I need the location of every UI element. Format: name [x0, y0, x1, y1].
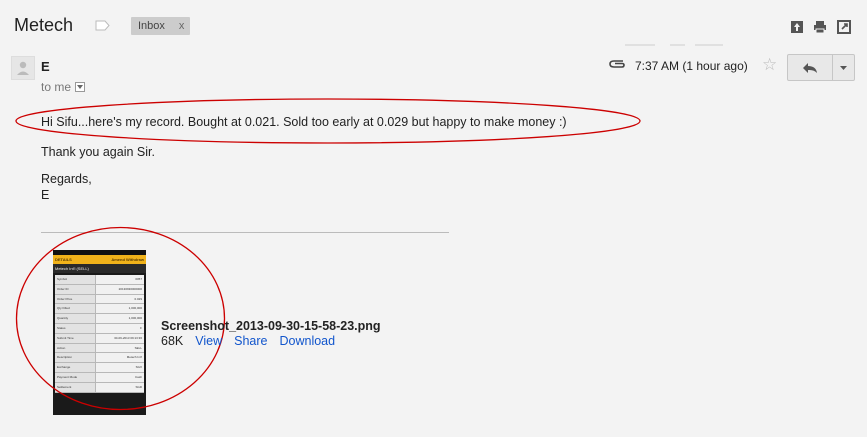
download-link[interactable]: Download	[279, 334, 335, 348]
new-window-icon[interactable]	[837, 20, 851, 34]
thread-subject: Metech	[14, 15, 74, 35]
attachment-filename: Screenshot_2013-09-30-15-58-23.png	[161, 319, 381, 333]
inbox-label-chip[interactable]: Inbox x	[131, 17, 191, 35]
attachment-separator	[41, 232, 449, 233]
reply-arrow-icon	[803, 62, 817, 73]
thumb-row-key: Quantity	[55, 314, 96, 323]
thumb-row-key: Settlement	[55, 382, 96, 392]
thumb-row: Status F	[55, 323, 144, 334]
thumb-row-value: SGX	[96, 363, 144, 372]
remove-label-icon[interactable]: x	[179, 17, 185, 35]
thumb-row: Symbol 0057	[55, 275, 144, 285]
thumb-row: Action SELL	[55, 343, 144, 354]
inbox-label-text: Inbox	[138, 20, 165, 32]
thumb-row-value: 1,000,000	[96, 314, 144, 323]
thumb-row-value: SGD	[96, 382, 144, 392]
thumb-row-value: 0.029	[96, 294, 144, 304]
thumb-row-value: Cash	[96, 372, 144, 382]
thumb-row: Payment Mode Cash	[55, 372, 144, 383]
thumb-row-value: 0057	[96, 275, 144, 284]
thumb-header: DETAILS Amend Withdraw	[53, 255, 146, 264]
label-tag-icon[interactable]	[95, 20, 110, 31]
person-icon	[17, 61, 29, 75]
thumb-row-value: F	[96, 323, 144, 333]
sender-name[interactable]: E	[41, 59, 50, 74]
attachment-meta: 68K View Share Download	[161, 334, 335, 348]
thumb-row-key: Order Price	[55, 294, 96, 304]
attachment-size: 68K	[161, 334, 184, 348]
thumb-row: Order ID 20130930000000	[55, 284, 144, 295]
thumb-title: Metech Int'l (SELL)	[53, 264, 146, 273]
thumb-row-key: Submit Time	[55, 333, 96, 343]
thumb-row: Order Price 0.029	[55, 294, 144, 305]
thumb-row-key: Description	[55, 353, 96, 363]
chevron-down-icon	[840, 65, 847, 70]
thumb-row: Quantity 1,000,000	[55, 314, 144, 324]
sender-avatar[interactable]	[11, 56, 35, 80]
message-body-line: E	[41, 188, 50, 202]
thumb-row-value: SELL	[96, 343, 144, 353]
thumb-table: Symbol 0057 Order ID 20130930000000 Order Pr…	[55, 275, 144, 393]
recipient-line: to me	[41, 80, 86, 94]
attachment-thumbnail[interactable]: DETAILS Amend Withdraw Metech Int'l (SEL…	[53, 250, 146, 415]
print-icon[interactable]	[813, 20, 827, 34]
divider-fragments	[625, 44, 723, 46]
star-icon[interactable]: ☆	[762, 55, 777, 75]
message-body-line: Hi Sifu...here's my record. Bought at 0.…	[41, 115, 567, 129]
thumb-row-key: Order ID	[55, 284, 96, 294]
thumb-row-key: Status	[55, 323, 96, 333]
thumb-row: Submit Time 30-09-2013 09:13:36	[55, 333, 144, 344]
thumb-row-key: Symbol	[55, 275, 96, 284]
thumb-row-value: 30-09-2013 09:13:36	[96, 333, 144, 343]
archive-icon[interactable]	[790, 20, 804, 34]
thumb-row-key: Payment Mode	[55, 372, 96, 382]
attachment-clip-icon	[609, 60, 625, 68]
thumb-row-key: Exchange	[55, 363, 96, 372]
thumb-row-value: 1,000,000	[96, 304, 144, 314]
recipient-text: to me	[41, 80, 72, 94]
more-actions-button[interactable]	[832, 54, 855, 81]
thumb-row-value: Metech Int'l	[96, 353, 144, 363]
thumb-row-key: Qty Filled	[55, 304, 96, 314]
chevron-down-icon	[77, 85, 84, 89]
thumb-header-left: DETAILS	[55, 257, 72, 262]
thumb-row-key: Action	[55, 343, 96, 353]
message-body-line: Thank you again Sir.	[41, 145, 155, 159]
thumb-row: Settlement SGD	[55, 382, 144, 393]
thumb-row: Qty Filled 1,000,000	[55, 304, 144, 315]
share-link[interactable]: Share	[234, 334, 267, 348]
message-timestamp: 7:37 AM (1 hour ago)	[635, 59, 748, 73]
thumb-row-value: 20130930000000	[96, 284, 144, 294]
show-details-button[interactable]	[75, 82, 86, 92]
view-link[interactable]: View	[195, 334, 222, 348]
reply-button[interactable]	[787, 54, 833, 81]
thumb-row: Description Metech Int'l	[55, 353, 144, 364]
message-body-line: Regards,	[41, 172, 92, 186]
thumb-row: Exchange SGX	[55, 363, 144, 373]
thumb-header-right: Amend Withdraw	[111, 257, 144, 262]
